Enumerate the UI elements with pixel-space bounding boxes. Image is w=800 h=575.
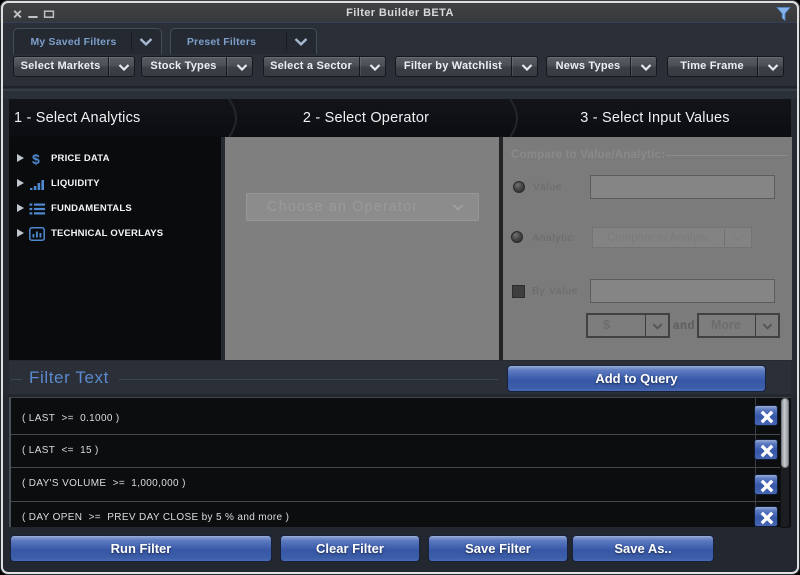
svg-text:$: $: [32, 151, 40, 167]
